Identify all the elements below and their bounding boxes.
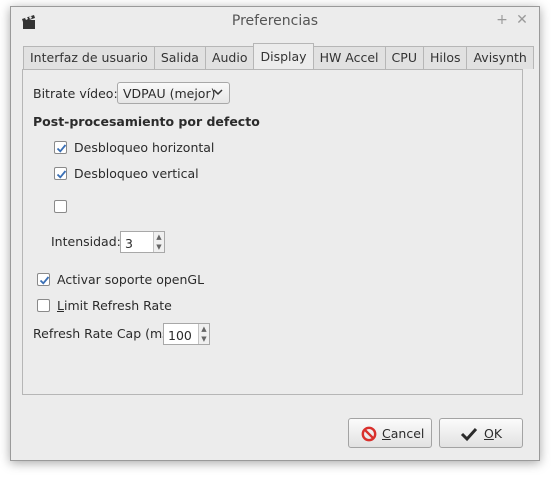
cancel-button[interactable]: Cancel	[348, 418, 432, 448]
tab-display[interactable]: Display	[253, 43, 314, 68]
intensity-value: 3	[125, 236, 133, 251]
intensity-spinbox[interactable]: 3 ▲ ▼	[120, 231, 165, 253]
display-panel: Bitrate vídeo: VDPAU (mejor) Post-proces…	[22, 69, 523, 395]
refresh-cap-spinbox[interactable]: 100 ▲ ▼	[163, 323, 210, 345]
tab-avisynth[interactable]: Avisynth	[466, 46, 534, 69]
ok-label: OK	[484, 426, 503, 441]
title-bar: Preferencias + ✕	[11, 7, 539, 37]
spin-arrows[interactable]: ▲ ▼	[153, 232, 164, 252]
deblock-vertical-checkbox[interactable]	[54, 167, 67, 180]
ok-button[interactable]: OK	[439, 418, 523, 448]
deblock-horizontal-checkbox[interactable]	[54, 141, 67, 154]
limit-refresh-checkbox[interactable]	[37, 299, 50, 312]
deblock-vertical-label: Desbloqueo vertical	[74, 166, 199, 181]
spin-arrows[interactable]: ▲ ▼	[198, 324, 209, 344]
maximize-icon[interactable]: +	[493, 11, 511, 29]
tab-audio[interactable]: Audio	[204, 46, 255, 69]
checkmark-icon	[56, 144, 67, 153]
cancel-icon	[361, 426, 377, 445]
tab-cpu[interactable]: CPU	[384, 46, 424, 69]
bitrate-value: VDPAU (mejor)	[123, 86, 216, 101]
postproc-heading: Post-procesamiento por defecto	[33, 114, 260, 129]
unlabeled-checkbox[interactable]	[54, 200, 67, 213]
refresh-cap-label: Refresh Rate Cap (ms)	[33, 326, 174, 341]
checkmark-icon	[460, 426, 478, 445]
tab-hilos[interactable]: Hilos	[422, 46, 468, 69]
intensity-label: Intensidad:	[51, 234, 121, 249]
bitrate-select[interactable]: VDPAU (mejor)	[117, 82, 230, 104]
spin-down-icon[interactable]: ▼	[199, 334, 209, 344]
limit-refresh-label: Limit Refresh Rate	[57, 298, 172, 313]
checkmark-icon	[56, 170, 67, 179]
window-title: Preferencias	[231, 13, 319, 29]
close-icon[interactable]: ✕	[513, 11, 531, 29]
tab-salida[interactable]: Salida	[153, 46, 206, 69]
preferences-dialog: Preferencias + ✕ Interfaz de usuario Sal…	[10, 6, 540, 461]
spin-down-icon[interactable]: ▼	[154, 242, 164, 252]
refresh-cap-value: 100	[168, 328, 192, 343]
chevron-down-icon	[212, 86, 224, 101]
spin-up-icon[interactable]: ▲	[154, 232, 164, 242]
deblock-horizontal-label: Desbloqueo horizontal	[74, 140, 215, 155]
bitrate-label: Bitrate vídeo:	[33, 86, 118, 101]
tab-hw-accel[interactable]: HW Accel	[312, 46, 386, 69]
tab-interfaz[interactable]: Interfaz de usuario	[23, 46, 155, 69]
spin-up-icon[interactable]: ▲	[199, 324, 209, 334]
cancel-label: Cancel	[382, 426, 425, 441]
opengl-checkbox[interactable]	[37, 273, 50, 286]
opengl-label: Activar soporte openGL	[57, 272, 205, 287]
checkmark-icon	[39, 276, 50, 285]
tab-bar: Interfaz de usuario Salida Audio Display…	[23, 43, 534, 70]
